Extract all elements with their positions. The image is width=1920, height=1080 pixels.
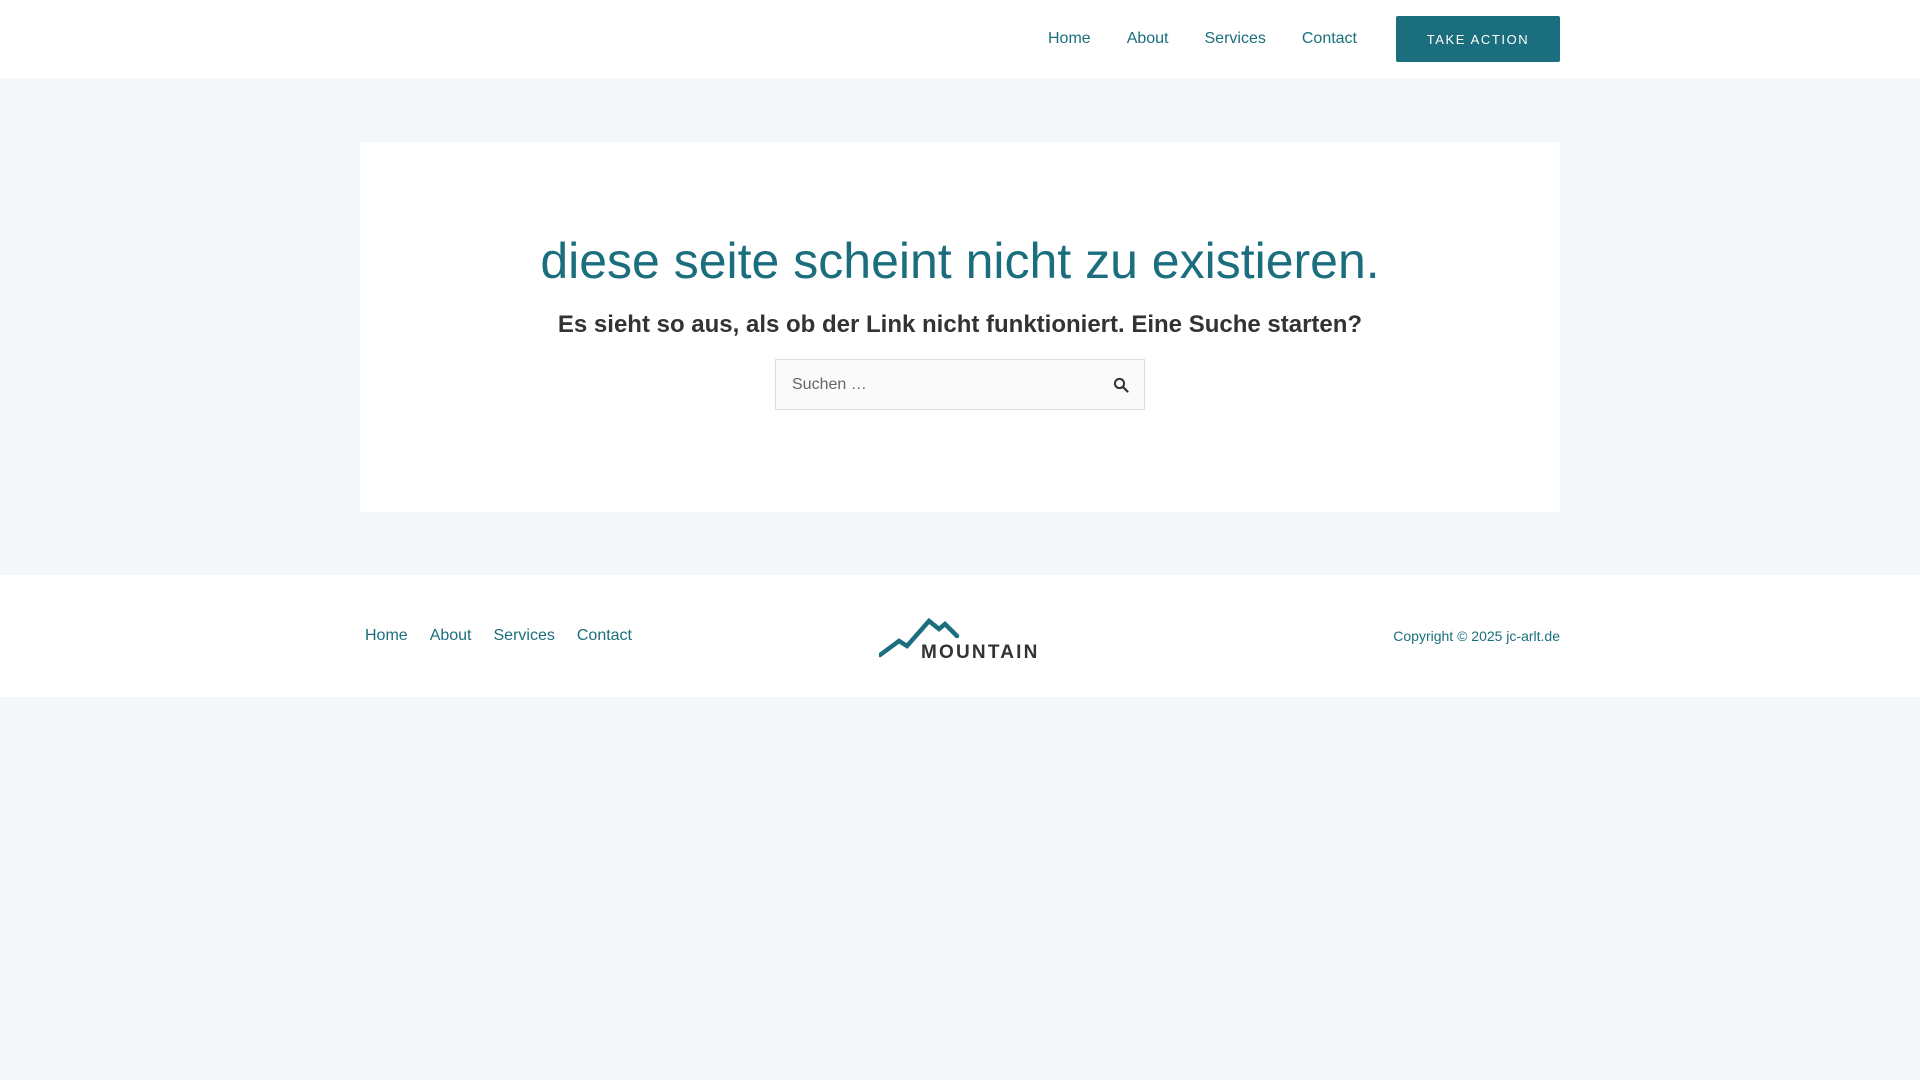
mountain-logo-text: MOUNTAIN xyxy=(921,642,1040,661)
search-icon xyxy=(1113,377,1129,393)
nav-home[interactable]: Home xyxy=(1030,0,1109,78)
search-form xyxy=(775,359,1145,410)
page-title: diese seite scheint nicht zu existieren. xyxy=(540,233,1380,289)
mountain-logo[interactable]: MOUNTAIN xyxy=(877,613,1043,663)
page-subtitle: Es sieht so aus, als ob der Link nicht f… xyxy=(557,311,1363,338)
header-inner: Home About Services Contact TAKE ACTION xyxy=(360,0,1560,78)
search-input[interactable] xyxy=(776,360,1144,409)
footer-nav: Home About Services Contact xyxy=(360,575,649,697)
copyright-text: Copyright © 2025 jc-arlt.de xyxy=(1393,628,1560,644)
nav-services[interactable]: Services xyxy=(1187,0,1284,78)
footer-nav-home[interactable]: Home xyxy=(360,627,419,645)
nav-contact[interactable]: Contact xyxy=(1284,0,1375,78)
search-button[interactable] xyxy=(1110,374,1132,396)
mountain-logo-icon: MOUNTAIN xyxy=(877,617,1040,663)
nav-about[interactable]: About xyxy=(1109,0,1187,78)
primary-nav: Home About Services Contact xyxy=(1030,0,1375,78)
footer-nav-contact[interactable]: Contact xyxy=(572,627,643,645)
error-content-card: diese seite scheint nicht zu existieren.… xyxy=(360,142,1560,512)
site-footer: Home About Services Contact MOUNTAIN Cop… xyxy=(0,575,1920,697)
footer-nav-services[interactable]: Services xyxy=(489,627,566,645)
site-header: Home About Services Contact TAKE ACTION xyxy=(0,0,1920,78)
footer-inner: Home About Services Contact MOUNTAIN Cop… xyxy=(360,575,1560,697)
take-action-button[interactable]: TAKE ACTION xyxy=(1396,16,1560,62)
footer-nav-about[interactable]: About xyxy=(425,627,483,645)
